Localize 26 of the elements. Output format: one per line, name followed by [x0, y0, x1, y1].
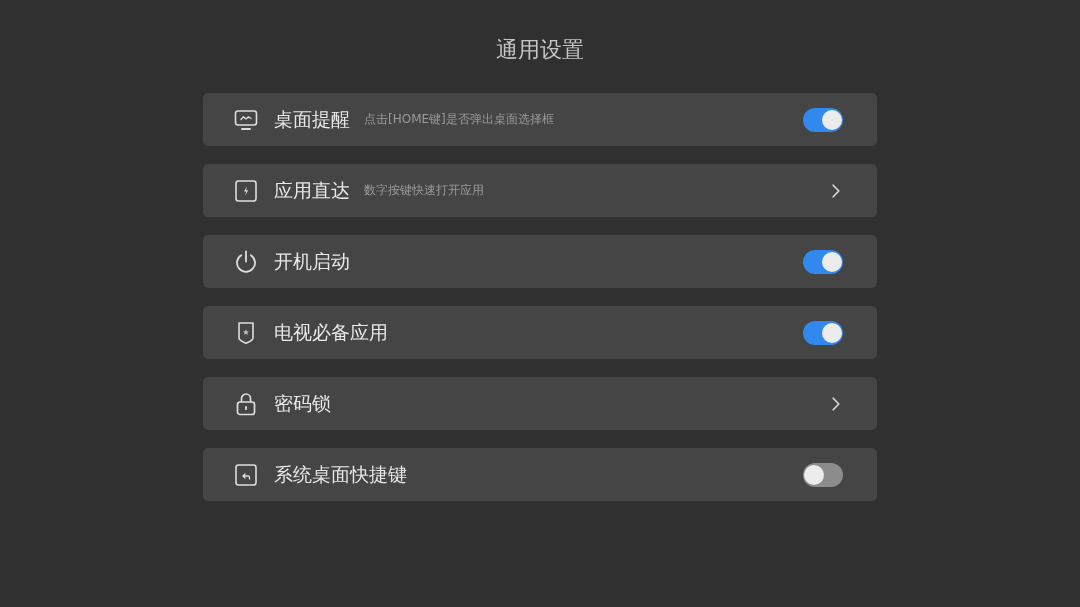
- toggle-switch[interactable]: [803, 107, 843, 132]
- setting-label: 开机启动: [274, 248, 350, 274]
- settings-row[interactable]: 应用直达 数字按键快速打开应用: [203, 164, 877, 217]
- settings-row[interactable]: 电视必备应用: [203, 306, 877, 359]
- return-arrow-square-icon: [234, 462, 258, 487]
- setting-description: 点击[HOME键]是否弹出桌面选择框: [364, 111, 554, 128]
- setting-label: 电视必备应用: [274, 319, 388, 345]
- settings-row[interactable]: 开机启动: [203, 235, 877, 288]
- settings-row[interactable]: 桌面提醒 点击[HOME键]是否弹出桌面选择框: [203, 93, 877, 146]
- toggle-switch[interactable]: [803, 462, 843, 487]
- setting-description: 数字按键快速打开应用: [364, 182, 484, 199]
- setting-label: 系统桌面快捷键: [274, 461, 407, 487]
- lock-icon: [234, 391, 258, 416]
- lightning-square-icon: [234, 178, 258, 203]
- page-title: 通用设置: [496, 36, 584, 64]
- setting-label: 应用直达: [274, 177, 350, 203]
- toggle-switch[interactable]: [803, 320, 843, 345]
- chevron-right-icon: [832, 183, 840, 198]
- settings-row[interactable]: 系统桌面快捷键: [203, 448, 877, 501]
- chevron-right-icon: [832, 396, 840, 411]
- toggle-switch[interactable]: [803, 249, 843, 274]
- power-icon: [234, 249, 258, 274]
- monitor-icon: [234, 107, 258, 132]
- setting-label: 密码锁: [274, 390, 331, 416]
- setting-label: 桌面提醒: [274, 106, 350, 132]
- settings-row[interactable]: 密码锁: [203, 377, 877, 430]
